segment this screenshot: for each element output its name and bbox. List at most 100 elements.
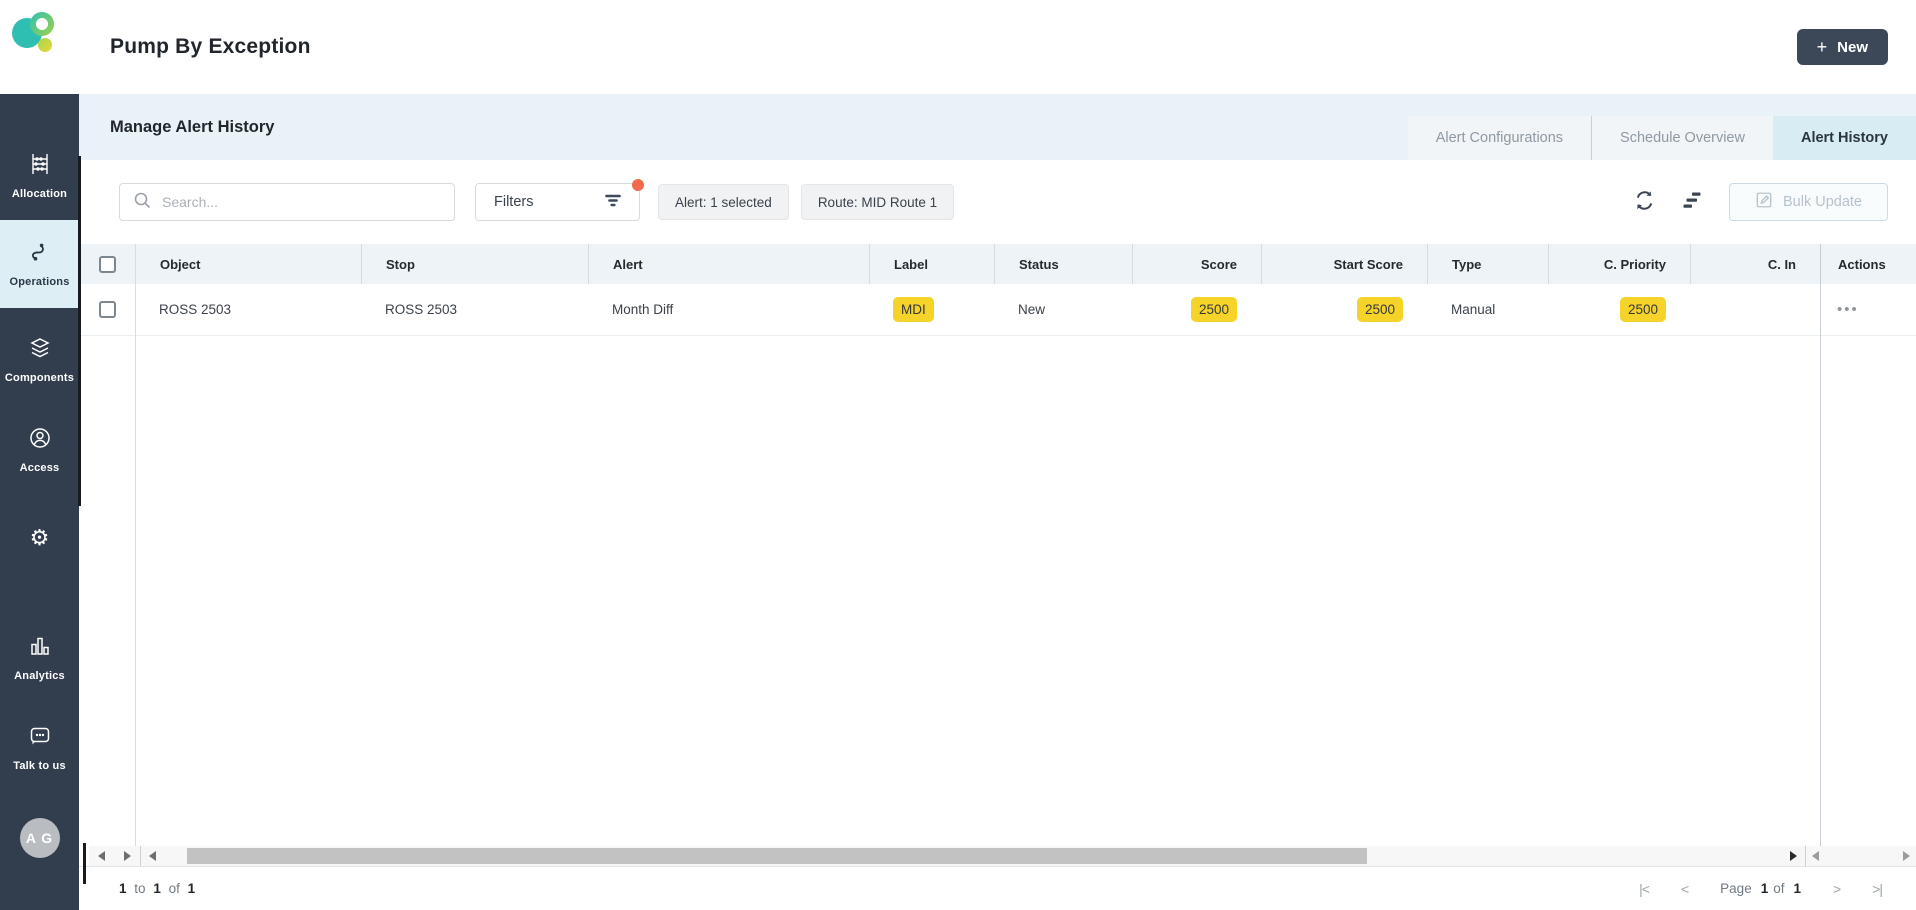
next-page-button[interactable]: > xyxy=(1833,881,1841,897)
select-all-cell xyxy=(79,244,135,284)
app-window: Allocation Operations Components Access … xyxy=(0,0,1916,910)
column-header-type[interactable]: Type xyxy=(1427,244,1548,284)
row-checkbox[interactable] xyxy=(98,301,116,318)
filters-button[interactable]: Filters xyxy=(475,179,644,221)
column-header-object[interactable]: Object xyxy=(135,244,361,284)
scrollbar-thumb[interactable] xyxy=(187,848,1367,864)
cell-status: New xyxy=(1018,302,1046,317)
pinned-left-divider xyxy=(135,244,136,846)
route-icon xyxy=(28,240,52,269)
select-all-checkbox[interactable] xyxy=(98,255,116,273)
cell-score: 2500 xyxy=(1132,284,1261,335)
cell-stop: ROSS 2503 xyxy=(385,302,458,317)
bulk-update-label: Bulk Update xyxy=(1783,194,1862,210)
cell-type: Manual xyxy=(1451,302,1496,317)
sidebar-item-label: Components xyxy=(4,372,75,384)
left-scroll-edge-bar xyxy=(83,843,86,884)
toolbar-right: Bulk Update xyxy=(1633,183,1888,221)
column-header-start-score[interactable]: Start Score xyxy=(1261,244,1427,284)
cell-c-priority: 2500 xyxy=(1548,284,1690,335)
column-header-actions: Actions xyxy=(1820,244,1916,284)
column-header-c-in[interactable]: C. In xyxy=(1690,244,1820,284)
column-header-stop[interactable]: Stop xyxy=(361,244,588,284)
sidebar-item-label: Talk to us xyxy=(13,760,66,772)
cell-start-score: 2500 xyxy=(1261,284,1427,335)
logo-icon xyxy=(12,12,58,58)
row-select-cell xyxy=(79,284,135,335)
tab-alert-history[interactable]: Alert History xyxy=(1772,116,1916,160)
sidebar: Allocation Operations Components Access … xyxy=(0,0,79,910)
row-range-summary: 1 to 1 of 1 xyxy=(119,881,195,896)
pinned-right-divider xyxy=(1820,244,1821,846)
avatar[interactable]: A G xyxy=(19,818,60,858)
first-page-button[interactable]: |< xyxy=(1639,881,1650,897)
cell-object: ROSS 2503 xyxy=(159,302,232,317)
cell-label: MDI xyxy=(869,284,994,335)
column-header-c-priority[interactable]: C. Priority xyxy=(1548,244,1690,284)
filter-icon xyxy=(603,190,623,214)
range-of-word: of xyxy=(168,881,180,896)
sidebar-item-access[interactable]: Access xyxy=(0,422,79,478)
tab-alert-configurations[interactable]: Alert Configurations xyxy=(1407,116,1592,160)
sidebar-scrollbar-thumb[interactable] xyxy=(78,156,81,506)
label-badge: MDI xyxy=(893,297,934,322)
scroll-right-arrow-icon[interactable] xyxy=(1790,851,1797,861)
pinned-right-scroll xyxy=(1806,846,1916,866)
alert-history-grid: Object Stop Alert Label Status Score Sta… xyxy=(79,244,1916,846)
filter-chip-alert[interactable]: Alert: 1 selected xyxy=(658,184,789,220)
refresh-button[interactable] xyxy=(1633,189,1656,215)
c-priority-badge: 2500 xyxy=(1619,297,1666,322)
tab-schedule-overview[interactable]: Schedule Overview xyxy=(1591,116,1773,160)
prev-page-button[interactable]: < xyxy=(1681,881,1689,897)
new-button[interactable]: + New xyxy=(1796,29,1888,65)
current-page: 1 xyxy=(1760,881,1769,896)
column-header-label[interactable]: Label xyxy=(869,244,994,284)
row-density-button[interactable] xyxy=(1682,190,1703,214)
table-row[interactable]: ROSS 2503 ROSS 2503 Month Diff MDI New 2… xyxy=(79,284,1916,336)
page-word: Page xyxy=(1720,881,1752,896)
cell-c-in xyxy=(1690,284,1820,335)
person-circle-icon xyxy=(28,426,52,455)
filter-chip-route[interactable]: Route: MID Route 1 xyxy=(800,184,955,220)
row-actions-menu-icon[interactable]: ••• xyxy=(1837,301,1859,318)
scroll-left-arrow-icon[interactable] xyxy=(149,851,156,861)
sidebar-item-label: Allocation xyxy=(11,188,68,200)
scroll-left-arrow-icon[interactable] xyxy=(98,851,106,861)
scroll-left-arrow-icon[interactable] xyxy=(1812,851,1819,861)
sidebar-item-settings[interactable]: ⚙ xyxy=(0,518,79,558)
sidebar-item-label: Analytics xyxy=(14,670,65,682)
scroll-right-arrow-icon[interactable] xyxy=(123,851,131,861)
grid-header-row: Object Stop Alert Label Status Score Sta… xyxy=(79,244,1916,284)
last-page-button[interactable]: >| xyxy=(1872,881,1883,897)
layers-icon xyxy=(28,336,52,365)
search-input[interactable] xyxy=(162,194,442,210)
plus-icon: + xyxy=(1816,36,1828,57)
page-title: Pump By Exception xyxy=(110,35,311,58)
range-to-word: to xyxy=(134,881,146,896)
range-total: 1 xyxy=(187,881,196,896)
tab-bar: Alert Configurations Schedule Overview A… xyxy=(1407,116,1916,160)
edit-pencil-icon xyxy=(1755,191,1773,213)
column-header-alert[interactable]: Alert xyxy=(588,244,869,284)
sidebar-item-allocation[interactable]: Allocation xyxy=(0,148,79,204)
pinned-left-scroll xyxy=(89,846,141,866)
main-scroll-track[interactable] xyxy=(141,846,1806,866)
section-title: Manage Alert History xyxy=(110,117,275,136)
horizontal-scrollbar xyxy=(89,846,1916,866)
column-header-score[interactable]: Score xyxy=(1132,244,1261,284)
sidebar-item-talk-to-us[interactable]: Talk to us xyxy=(0,718,79,778)
scroll-right-arrow-icon[interactable] xyxy=(1903,851,1910,861)
filters-label: Filters xyxy=(494,194,534,210)
sidebar-item-operations[interactable]: Operations xyxy=(0,220,79,308)
abacus-icon xyxy=(28,152,52,181)
page-of-word: of xyxy=(1773,881,1785,896)
page-indicator: Page 1 of 1 xyxy=(1720,881,1801,896)
cell-actions: ••• xyxy=(1820,284,1916,335)
column-header-status[interactable]: Status xyxy=(994,244,1132,284)
main-area: Pump By Exception + New Manage Alert His… xyxy=(78,0,1916,910)
sidebar-item-analytics[interactable]: Analytics xyxy=(0,628,79,688)
sidebar-item-components[interactable]: Components xyxy=(0,332,79,388)
bulk-update-button[interactable]: Bulk Update xyxy=(1729,183,1888,221)
pagination: |< < Page 1 of 1 > >| xyxy=(1639,881,1886,897)
app-logo[interactable] xyxy=(0,0,79,94)
